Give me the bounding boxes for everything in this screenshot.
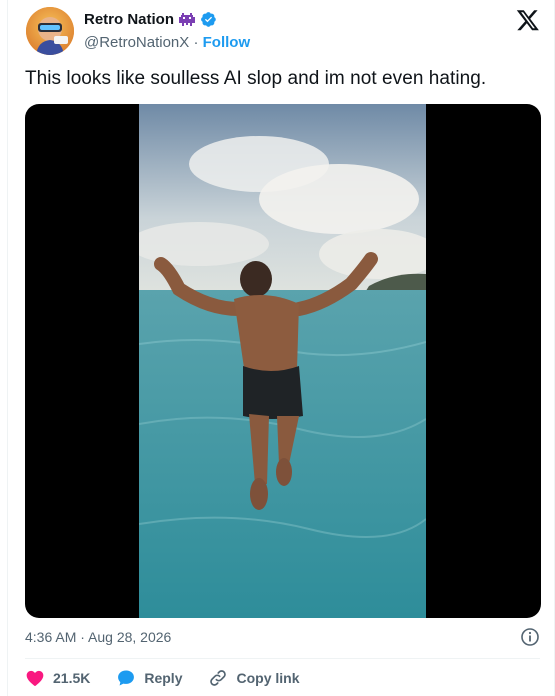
action-bar: 21.5K Reply Copy link [25,668,326,688]
copy-link-button[interactable]: Copy link [208,668,300,688]
verified-badge-icon [200,11,217,28]
info-icon[interactable] [520,627,540,647]
separator: · [193,34,199,51]
display-name[interactable]: Retro Nation [84,11,174,28]
heart-icon [26,670,44,686]
video-player[interactable] [25,104,541,618]
handle-row: @RetroNationX · Follow [84,34,250,51]
reply-button[interactable]: Reply [116,668,182,688]
like-button[interactable]: 21.5K [25,668,90,688]
handle[interactable]: @RetroNationX [84,34,189,51]
like-count: 21.5K [53,670,91,686]
reply-label: Reply [144,670,183,686]
timestamp[interactable]: 4:36 AM · Aug 28, 2026 [25,629,171,645]
divider [25,658,540,659]
video-thumbnail [139,104,426,618]
x-logo-icon[interactable] [516,8,540,32]
tweet-text: This looks like soulless AI slop and im … [25,68,487,89]
avatar[interactable] [26,7,74,55]
reply-bubble-icon [118,670,135,686]
follow-button[interactable]: Follow [203,34,251,51]
link-icon [210,670,227,686]
copy-link-label: Copy link [236,670,300,686]
tweet-card: Retro Nation @RetroNationX · Follow This… [7,0,555,696]
alien-monster-icon [178,12,196,28]
